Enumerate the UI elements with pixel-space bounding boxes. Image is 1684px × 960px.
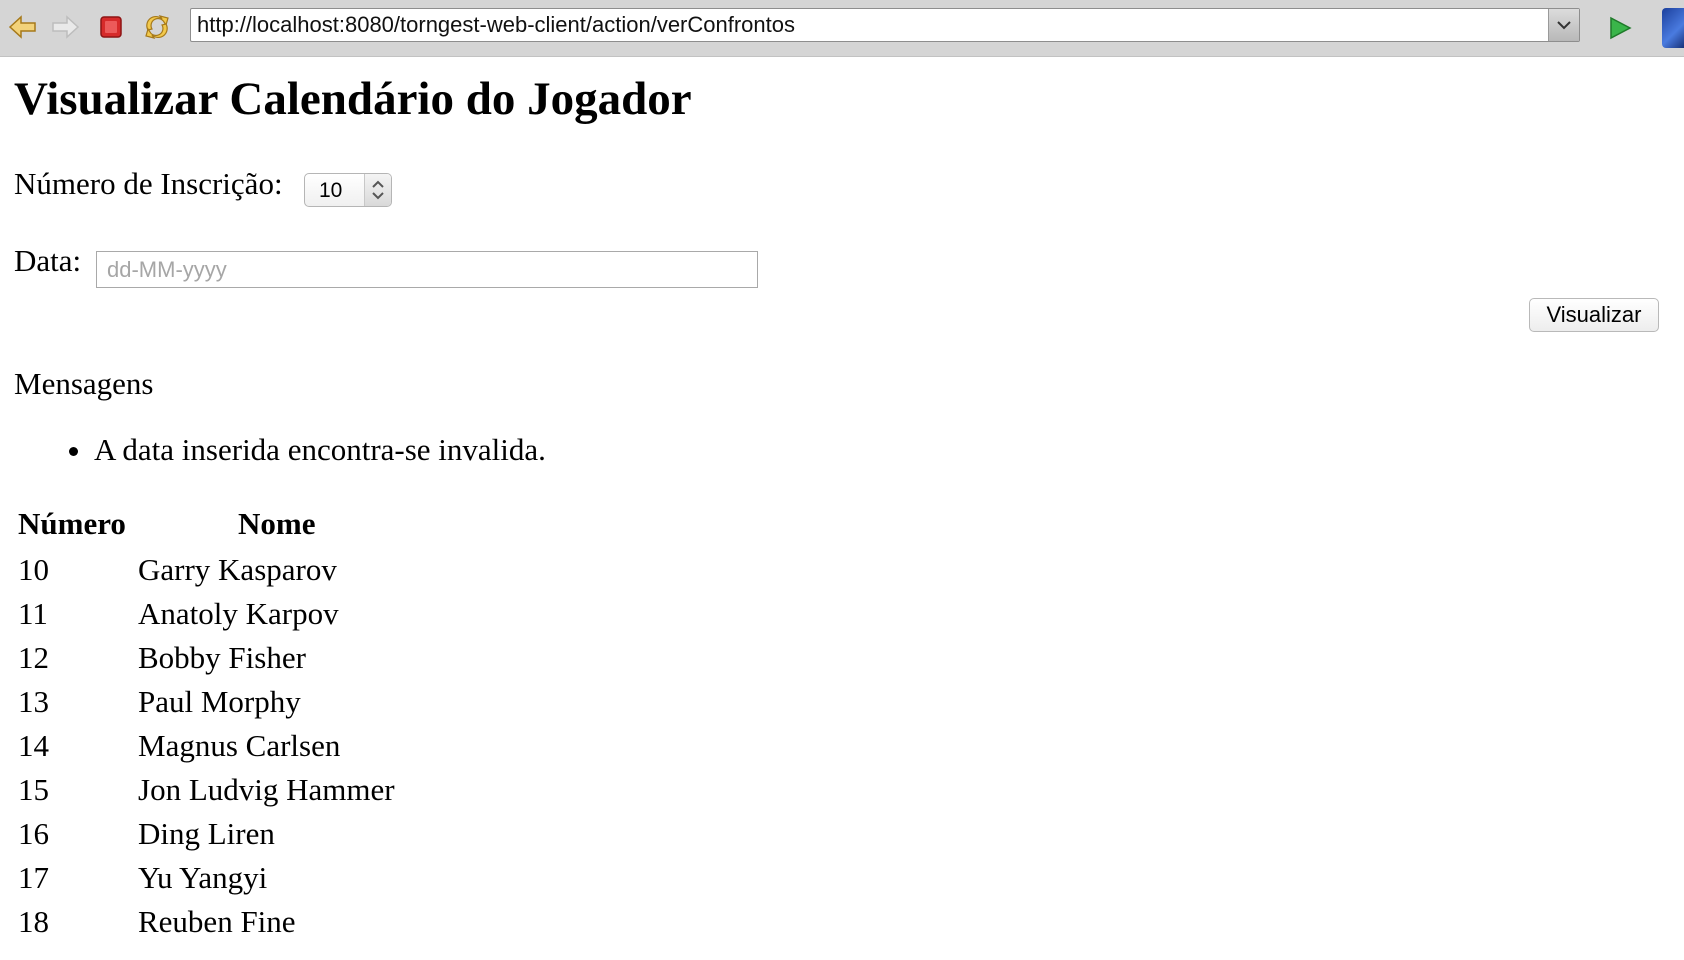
table-row: 13 Paul Morphy — [18, 680, 395, 724]
player-name: Ding Liren — [138, 816, 275, 851]
back-arrow-icon — [8, 15, 36, 39]
player-number: 12 — [18, 640, 49, 675]
stop-icon — [100, 16, 122, 38]
forward-arrow-icon — [52, 15, 80, 39]
extension-icon[interactable] — [1662, 8, 1684, 48]
player-number: 17 — [18, 860, 49, 895]
go-button[interactable] — [1603, 11, 1637, 45]
page-title: Visualizar Calendário do Jogador — [14, 73, 692, 125]
table-row: 12 Bobby Fisher — [18, 636, 395, 680]
go-play-icon — [1610, 16, 1632, 40]
date-label: Data: — [14, 243, 82, 278]
back-button[interactable] — [6, 10, 40, 44]
forward-button[interactable] — [48, 10, 82, 44]
header-name: Nome — [238, 506, 316, 541]
reload-button[interactable] — [140, 10, 174, 44]
date-input[interactable] — [96, 251, 758, 288]
player-name: Anatoly Karpov — [138, 596, 339, 631]
table-row: 14 Magnus Carlsen — [18, 724, 395, 768]
player-number: 14 — [18, 728, 49, 763]
inscription-value: 10 — [319, 179, 343, 202]
table-row: 15 Jon Ludvig Hammer — [18, 768, 395, 812]
player-number: 11 — [18, 596, 48, 631]
player-number: 16 — [18, 816, 49, 851]
visualizar-button[interactable]: Visualizar — [1529, 298, 1659, 332]
up-down-arrows-icon — [372, 180, 384, 200]
messages-heading: Mensagens — [14, 366, 154, 401]
messages-list: A data inserida encontra-se invalida. — [14, 432, 546, 468]
player-number: 13 — [18, 684, 49, 719]
player-name: Yu Yangyi — [138, 860, 268, 895]
chevron-down-icon — [1557, 21, 1571, 30]
table-header-row: Número Nome — [18, 506, 395, 548]
player-name: Bobby Fisher — [138, 640, 306, 675]
inscription-number-stepper[interactable]: 10 — [304, 173, 392, 207]
message-item: A data inserida encontra-se invalida. — [94, 432, 546, 468]
table-row: 11 Anatoly Karpov — [18, 592, 395, 636]
player-name: Reuben Fine — [138, 904, 296, 939]
url-text[interactable]: http://localhost:8080/torngest-web-clien… — [191, 12, 1548, 38]
table-row: 18 Reuben Fine — [18, 900, 395, 944]
header-number: Número — [18, 506, 126, 541]
table-row: 16 Ding Liren — [18, 812, 395, 856]
player-number: 15 — [18, 772, 49, 807]
player-number: 10 — [18, 552, 49, 587]
player-number: 18 — [18, 904, 49, 939]
inscription-label: Número de Inscrição: — [14, 166, 283, 201]
player-name: Magnus Carlsen — [138, 728, 341, 763]
table-row: 10 Garry Kasparov — [18, 548, 395, 592]
url-bar[interactable]: http://localhost:8080/torngest-web-clien… — [190, 8, 1580, 42]
player-name: Garry Kasparov — [138, 552, 337, 587]
browser-toolbar: http://localhost:8080/torngest-web-clien… — [0, 0, 1684, 57]
table-row: 17 Yu Yangyi — [18, 856, 395, 900]
url-dropdown-button[interactable] — [1548, 9, 1579, 41]
stepper-arrows[interactable] — [364, 174, 391, 206]
players-table: Número Nome 10 Garry Kasparov 11 Anatoly K… — [18, 506, 395, 944]
reload-icon — [145, 15, 169, 39]
player-name: Paul Morphy — [138, 684, 301, 719]
player-name: Jon Ludvig Hammer — [138, 772, 395, 807]
stop-button[interactable] — [94, 10, 128, 44]
